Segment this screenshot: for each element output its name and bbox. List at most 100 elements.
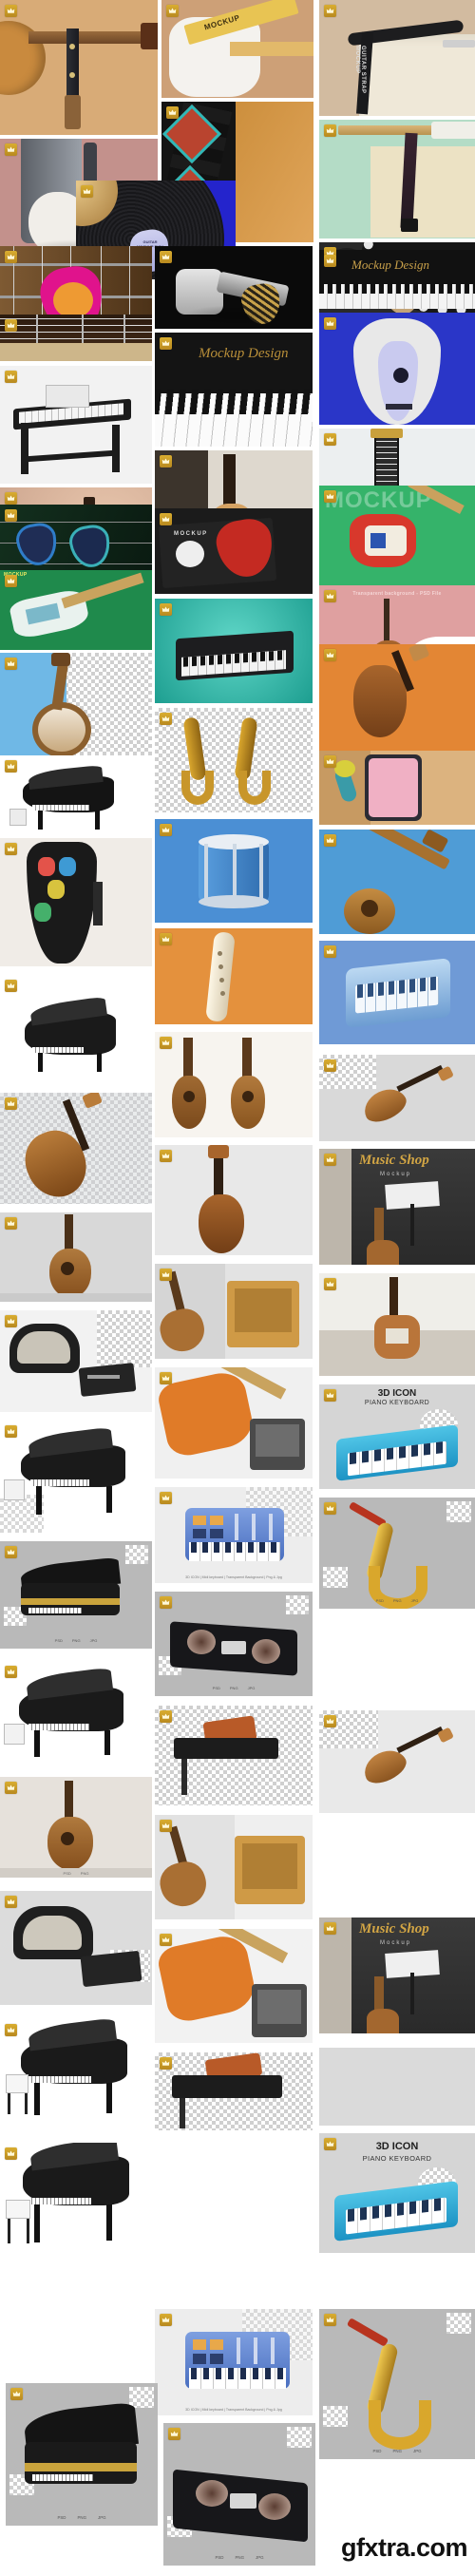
gallery-tile-acoustic-guitar-grey-3d[interactable]: PSD PNG: [0, 1777, 152, 1878]
gallery-tile-red-pick-card-mockup[interactable]: MOCKUP: [155, 508, 313, 594]
gallery-tile-fretboard-mockup[interactable]: [0, 315, 152, 361]
crown-icon: [160, 1037, 172, 1049]
gallery-tile-3d-keyboard-icon-mockup[interactable]: [319, 941, 475, 1044]
gallery-tile-guitar-hardcase-blue-mockup[interactable]: [319, 313, 475, 425]
gallery-tile-electric-guitar-stand-mockup[interactable]: [319, 1273, 475, 1376]
gallery-tile-midi-keyboard-mockup[interactable]: [155, 599, 313, 703]
tile-format-chip: PSD: [215, 2555, 224, 2560]
gallery-tile-music-shop-mockup-2[interactable]: Music Shop Mockup: [319, 1918, 475, 2033]
gallery-tile-guitar-amp-cable-mockup[interactable]: [155, 2052, 313, 2130]
gallery-tile-music-shop-mockup[interactable]: Music Shop Mockup: [319, 1149, 475, 1265]
tile-caption: 3D ICON: [375, 2141, 419, 2152]
gallery-tile-guitar-case-black-mockup[interactable]: [0, 1891, 152, 2005]
tile-format-chip: PNG: [229, 1686, 238, 1690]
crown-icon: [324, 1154, 336, 1166]
gallery-tile-guitar-case-cards-mockup[interactable]: [0, 1310, 152, 1412]
crown-icon: [324, 1502, 336, 1515]
gallery-tile-guitar-pedal-mockup[interactable]: [155, 1706, 313, 1805]
gallery-tile-guitar-strap-yellow-mockup[interactable]: MOCKUP: [162, 0, 314, 98]
gallery-tile-orange-electric-guitar-amp[interactable]: [155, 1367, 313, 1479]
tile-subcaption: PIANO KEYBOARD: [362, 2154, 432, 2163]
crown-icon: [324, 1389, 336, 1402]
gallery-tile-grand-piano-transparent-mockup[interactable]: [0, 1421, 152, 1533]
tile-format-chip: JPG: [413, 2449, 422, 2453]
gallery-tile-banjo-mockup[interactable]: [0, 653, 152, 760]
image-gallery-mosaic: MOCKUP GUITAR STRAP MOCKUP GUITAR Mockup…: [0, 0, 475, 2576]
gallery-tile-piano-box-gold-mockup[interactable]: PSD PNG JPG: [0, 1541, 152, 1649]
crown-icon: [160, 2314, 172, 2326]
gallery-tile-ukulele-pair-mockup[interactable]: [155, 1032, 313, 1137]
crown-icon: [160, 1710, 172, 1723]
crown-icon: [324, 317, 336, 330]
gallery-tile-digital-piano-mockup[interactable]: [0, 366, 152, 484]
gallery-tile-saxophone-3d-mockup[interactable]: PSD PNG JPG: [319, 1498, 475, 1609]
tile-caption: Music Shop: [359, 1153, 429, 1168]
gallery-tile-microphone-pick-mockup[interactable]: [155, 246, 313, 329]
gallery-tile-3d-icon-piano-keyboard[interactable]: 3D ICON PIANO KEYBOARD: [319, 1384, 475, 1489]
crown-icon: [168, 2428, 180, 2440]
gallery-tile-microphone-phone-mockup[interactable]: [319, 751, 475, 825]
crown-icon: [160, 2057, 172, 2070]
crown-icon: [5, 509, 17, 522]
gallery-tile-recorder-flute-mockup[interactable]: [155, 928, 313, 1024]
gallery-tile-saxophone-3d-mockup-2[interactable]: PSD PNG JPG: [319, 2309, 475, 2459]
tile-format-chip: PSD: [375, 1598, 384, 1603]
gallery-tile-violin-checker-mockup[interactable]: [0, 1093, 152, 1204]
gallery-tile-violin-3d-gray-mockup[interactable]: [319, 1055, 475, 1141]
gallery-tile-grand-piano-bench-3d[interactable]: [0, 2019, 152, 2133]
gallery-tile-mini-grand-piano-3d[interactable]: [0, 975, 152, 1084]
crown-icon: [160, 713, 172, 725]
crown-icon: [160, 824, 172, 836]
tile-caption: Music Shop: [359, 1921, 429, 1937]
crown-icon: [324, 834, 336, 847]
gallery-tile-guitar-case-picks-mockup[interactable]: [0, 838, 152, 966]
tile-subcaption: Mockup: [380, 1172, 412, 1177]
gallery-tile-acoustic-guitar-strap-mockup[interactable]: [0, 0, 158, 135]
gallery-tile-double-bass-mockup[interactable]: [155, 1145, 313, 1255]
gallery-tile-guitar-amp-mockup[interactable]: [155, 1264, 313, 1359]
tile-format-chip: PSD: [372, 2449, 382, 2453]
gallery-tile-dj-controller-3d-mockup-2[interactable]: PSD PNG JPG: [163, 2423, 315, 2566]
gallery-tile-pick-badges-mockup[interactable]: [0, 505, 152, 581]
gallery-tile-piano-box-gold-mockup-2[interactable]: PSD PNG JPG: [6, 2383, 158, 2526]
crown-icon: [160, 1269, 172, 1281]
gallery-tile-saxophone-pair-mockup[interactable]: [155, 708, 313, 812]
gallery-tile-piano-mockup-design[interactable]: Mockup Design: [319, 250, 475, 309]
crown-icon: [324, 490, 336, 503]
crown-icon: [5, 760, 17, 773]
gallery-tile-grand-piano-white-mockup-2[interactable]: [0, 1661, 152, 1765]
gallery-tile-red-guitar-mockup[interactable]: MOCKUP: [319, 486, 475, 587]
gallery-tile-guitar-strap-amp-mockup[interactable]: GUITAR STRAP MOCKUP: [319, 0, 475, 116]
gallery-tile-midi-controller-3d-icon-2[interactable]: 3D ICON | Midi keyboard | Transparent Ba…: [155, 2309, 313, 2415]
crown-icon: [5, 1425, 17, 1438]
crown-icon: [5, 1782, 17, 1794]
gallery-tile-grand-piano-white-mockup[interactable]: [0, 755, 152, 839]
gallery-tile-orange-guitar-amp-2[interactable]: [155, 1929, 313, 2043]
gallery-tile-green-electric-guitar-mockup[interactable]: MOCKUP: [0, 570, 152, 650]
crown-icon: [81, 185, 93, 198]
gallery-tile-mint-guitar-strap-mockup[interactable]: [319, 120, 475, 239]
crown-icon: [5, 5, 17, 17]
gallery-tile-acoustic-guitar-3d-mockup[interactable]: [0, 1212, 152, 1302]
crown-icon: [324, 433, 336, 446]
tile-format-chip: PNG: [392, 1598, 402, 1603]
crown-icon: [324, 1922, 336, 1935]
gallery-tile-violin-orange-mockup[interactable]: [319, 644, 475, 754]
gallery-tile-violin-small-3d[interactable]: [319, 1710, 475, 1813]
gallery-tile-snare-drum-blue-mockup[interactable]: [155, 819, 313, 923]
crown-icon: [5, 251, 17, 263]
gallery-tile-grand-piano-mockup-design[interactable]: Mockup Design: [155, 333, 313, 447]
gallery-tile-midi-controller-3d-icon[interactable]: 3D ICON | Midi keyboard | Transparent Ba…: [155, 1487, 313, 1583]
crown-icon: [324, 1278, 336, 1290]
tile-subcaption: Mockup: [380, 1940, 412, 1946]
crown-icon: [5, 371, 17, 383]
crown-icon: [5, 575, 17, 587]
gallery-tile-dj-controller-3d-mockup[interactable]: PSD PNG JPG: [155, 1592, 313, 1696]
gallery-tile-3d-icon-piano-keyboard-2[interactable]: 3D ICON PIANO KEYBOARD: [319, 2133, 475, 2253]
gallery-tile-acoustic-guitar-amp-wood[interactable]: [155, 1815, 313, 1919]
gallery-tile-grand-piano-bench-top[interactable]: [0, 2143, 152, 2266]
gallery-tile-blank-placeholder[interactable]: [319, 2048, 475, 2126]
gallery-tile-sitar-mockup[interactable]: [319, 830, 475, 934]
crown-icon: [160, 1934, 172, 1946]
crown-icon: [160, 1820, 172, 1832]
